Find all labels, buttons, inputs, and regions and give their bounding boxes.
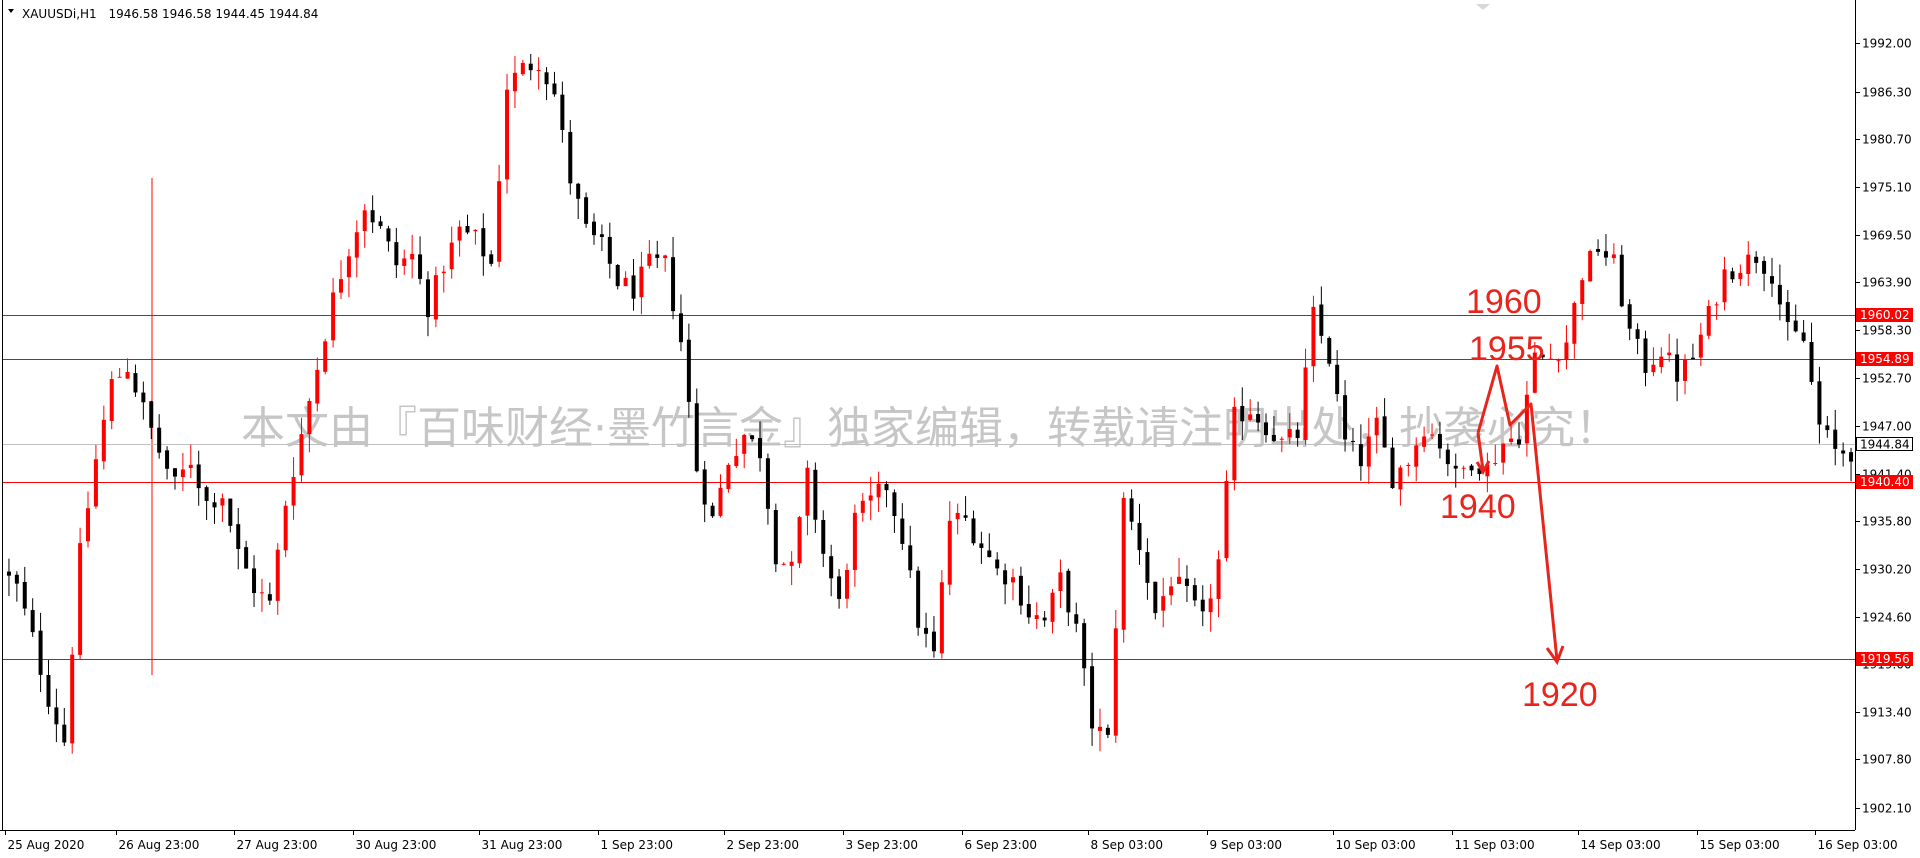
candle — [1588, 249, 1593, 282]
y-tick-label: 1902.10 — [1862, 802, 1912, 816]
level-price-label: 1940.40 — [1860, 475, 1910, 489]
x-tick-label: 25 Aug 2020 — [8, 838, 85, 852]
x-tick-label: 10 Sep 03:00 — [1336, 838, 1416, 852]
candle — [615, 263, 620, 290]
symbol-header: XAUUSDi,H1 1946.58 1946.58 1944.45 1944.… — [22, 7, 318, 21]
y-tick-label: 1975.10 — [1862, 181, 1912, 195]
x-tick-label: 26 Aug 23:00 — [119, 838, 200, 852]
ohlc-values: 1946.58 1946.58 1944.45 1944.84 — [109, 7, 319, 21]
price-chart[interactable]: 本文由『百味财经·墨竹言金』独家编辑，转载请注明出处，抄袭必究！ 1960 195… — [0, 0, 1920, 858]
y-tick-label: 1913.40 — [1862, 706, 1912, 720]
x-tick-label: 30 Aug 23:00 — [356, 838, 437, 852]
x-tick-label: 8 Sep 03:00 — [1091, 838, 1163, 852]
candle — [726, 463, 731, 493]
y-tick-label: 1980.70 — [1862, 133, 1912, 147]
candle — [109, 371, 114, 430]
x-tick-label: 6 Sep 23:00 — [965, 838, 1037, 852]
x-tick-label: 15 Sep 03:00 — [1700, 838, 1780, 852]
x-tick-label: 3 Sep 23:00 — [846, 838, 918, 852]
symbol-label: XAUUSDi,H1 — [22, 7, 97, 21]
annotation-1955: 1955 — [1469, 330, 1545, 368]
y-tick-label: 1952.70 — [1862, 372, 1912, 386]
x-tick-label: 14 Sep 03:00 — [1581, 838, 1661, 852]
level-price-label: 1960.02 — [1860, 308, 1910, 322]
candle — [1327, 336, 1332, 367]
x-tick-label: 9 Sep 03:00 — [1210, 838, 1282, 852]
candle — [505, 73, 510, 194]
candle — [916, 566, 921, 636]
candle — [1121, 492, 1126, 643]
current-price-label: 1944.84 — [1860, 438, 1910, 452]
y-tick-label: 1992.00 — [1862, 37, 1912, 51]
candle — [433, 266, 438, 328]
candle — [283, 500, 288, 558]
candle — [70, 647, 75, 754]
candle — [78, 527, 83, 660]
candle — [1232, 397, 1237, 491]
level-price-label: 1919.56 — [1860, 652, 1910, 666]
x-tick-label: 27 Aug 23:00 — [237, 838, 318, 852]
candle — [773, 503, 778, 573]
x-tick-label: 11 Sep 03:00 — [1455, 838, 1535, 852]
y-tick-label: 1907.80 — [1862, 753, 1912, 767]
candle — [797, 515, 802, 568]
candle — [584, 192, 589, 228]
y-tick-label: 1969.50 — [1862, 229, 1912, 243]
level-price-label: 1954.89 — [1860, 352, 1910, 366]
x-tick-label: 16 Sep 03:00 — [1818, 838, 1898, 852]
annotation-1920: 1920 — [1522, 676, 1598, 714]
y-tick-label: 1958.30 — [1862, 324, 1912, 338]
candle — [1113, 610, 1118, 743]
candle — [939, 570, 944, 659]
y-tick-label: 1930.20 — [1862, 563, 1912, 577]
y-tick-label: 1947.00 — [1862, 420, 1912, 434]
y-tick-label: 1986.30 — [1862, 86, 1912, 100]
x-tick-label: 31 Aug 23:00 — [482, 838, 563, 852]
annotation-1940: 1940 — [1440, 488, 1516, 526]
candle — [323, 338, 328, 375]
candle — [1224, 470, 1229, 562]
x-tick-label: 1 Sep 23:00 — [601, 838, 673, 852]
y-tick-label: 1935.80 — [1862, 515, 1912, 529]
x-tick-label: 2 Sep 23:00 — [727, 838, 799, 852]
watermark-text: 本文由『百味财经·墨竹言金』独家编辑，转载请注明出处，抄袭必究！ — [241, 403, 1619, 454]
annotation-1960: 1960 — [1466, 283, 1542, 321]
y-tick-label: 1924.60 — [1862, 611, 1912, 625]
y-tick-label: 1963.90 — [1862, 276, 1912, 290]
